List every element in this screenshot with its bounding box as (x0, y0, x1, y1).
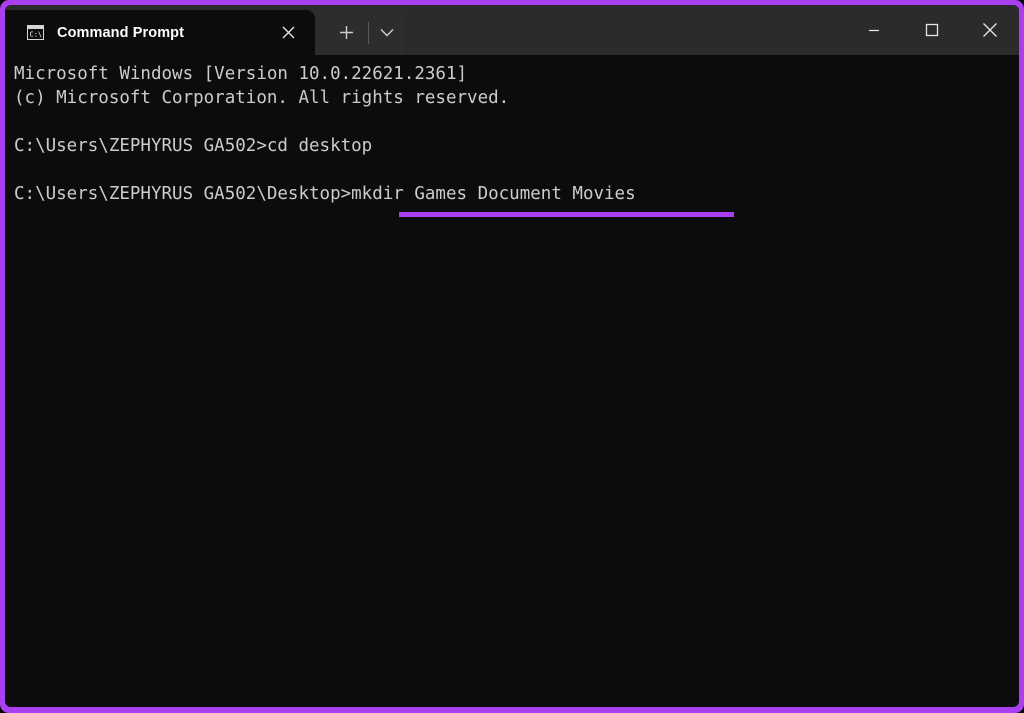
minimize-button[interactable] (845, 5, 903, 55)
tab-command-prompt[interactable]: C:\ Command Prompt (5, 10, 315, 55)
tab-strip-actions (315, 10, 405, 55)
terminal-line: C:\Users\ZEPHYRUS GA502>cd desktop (14, 136, 373, 156)
tab-label: Command Prompt (57, 24, 185, 41)
command-prompt-window: C:\ Command Prompt Microsoft Windows [Ve… (0, 0, 1024, 713)
svg-text:C:\: C:\ (30, 31, 43, 39)
terminal-line: Microsoft Windows [Version 10.0.22621.23… (14, 64, 468, 84)
tab-close-icon[interactable] (273, 18, 303, 48)
window-inner: C:\ Command Prompt Microsoft Windows [Ve… (5, 5, 1019, 707)
tab-dropdown-button[interactable] (372, 16, 402, 50)
terminal-line: (c) Microsoft Corporation. All rights re… (14, 88, 510, 108)
title-bar: C:\ Command Prompt (5, 5, 1019, 55)
window-controls (845, 5, 1019, 55)
console-icon: C:\ (27, 25, 44, 40)
new-tab-button[interactable] (327, 16, 365, 50)
terminal-line: C:\Users\ZEPHYRUS GA502\Desktop>mkdir Ga… (14, 184, 636, 204)
maximize-button[interactable] (903, 5, 961, 55)
command-highlight-underline (399, 212, 734, 217)
close-button[interactable] (961, 5, 1019, 55)
tab-strip-separator (368, 21, 369, 44)
terminal-output[interactable]: Microsoft Windows [Version 10.0.22621.23… (5, 55, 1019, 707)
